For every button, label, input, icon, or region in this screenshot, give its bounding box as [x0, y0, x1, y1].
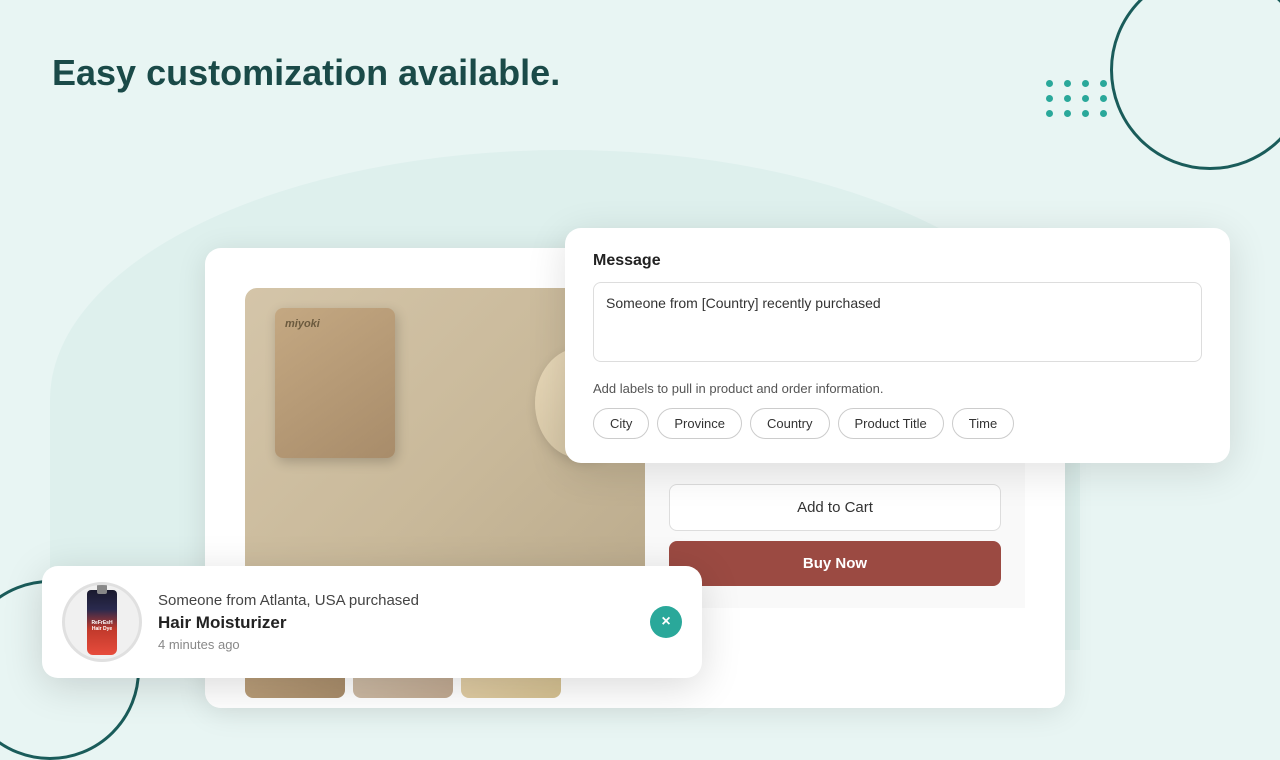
label-tag-city[interactable]: City — [593, 408, 649, 439]
buy-now-button[interactable]: Buy Now — [669, 541, 1001, 586]
label-instruction: Add labels to pull in product and order … — [593, 381, 1202, 396]
page-heading: Easy customization available. — [52, 52, 560, 94]
label-tag-province[interactable]: Province — [657, 408, 742, 439]
label-tag-time[interactable]: Time — [952, 408, 1014, 439]
notification-avatar: ReFrEsHHair Dye — [62, 582, 142, 662]
notification-popup: ReFrEsHHair Dye Someone from Atlanta, US… — [42, 566, 702, 678]
message-panel: Message Someone from [Country] recently … — [565, 228, 1230, 463]
product-tube-icon: ReFrEsHHair Dye — [87, 590, 117, 655]
label-tag-country[interactable]: Country — [750, 408, 830, 439]
label-tag-product-title[interactable]: Product Title — [838, 408, 944, 439]
add-to-cart-button[interactable]: Add to Cart — [669, 484, 1001, 531]
label-tags-group: City Province Country Product Title Time — [593, 408, 1202, 439]
notification-product: Hair Moisturizer — [158, 613, 634, 633]
decorative-dots — [1046, 80, 1110, 117]
message-textarea[interactable]: Someone from [Country] recently purchase… — [593, 282, 1202, 362]
message-panel-title: Message — [593, 252, 1202, 270]
notification-close-button[interactable]: × — [650, 606, 682, 638]
notification-time: 4 minutes ago — [158, 637, 634, 652]
decorative-circle-top-right — [1110, 0, 1280, 170]
notification-from: Someone from Atlanta, USA purchased — [158, 592, 634, 609]
product-brand-label: miyoki — [285, 318, 320, 330]
product-tube-label: ReFrEsHHair Dye — [89, 620, 115, 632]
notification-text: Someone from Atlanta, USA purchased Hair… — [142, 592, 650, 652]
